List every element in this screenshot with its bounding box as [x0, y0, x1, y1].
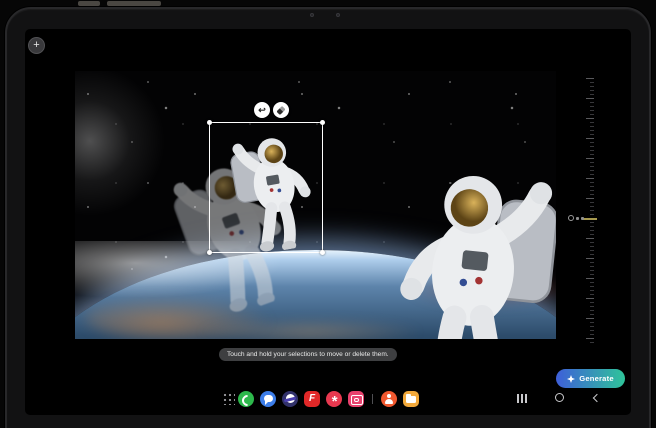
taskbar-app-flipboard[interactable] — [304, 391, 320, 407]
eraser-button[interactable] — [273, 102, 289, 118]
taskbar-app-camera[interactable] — [348, 391, 364, 407]
taskbar-apps — [238, 390, 419, 407]
indicator-dot-icon — [581, 217, 584, 220]
taskbar-app-my-files[interactable] — [403, 391, 419, 407]
volume-rocker[interactable] — [107, 1, 161, 6]
taskbar-app-contacts[interactable] — [381, 391, 397, 407]
ambient-sensor — [336, 13, 340, 17]
selection-handle-tl[interactable] — [207, 120, 212, 125]
toast-message: Touch and hold your selections to move o… — [219, 348, 397, 361]
flipboard-icon — [304, 391, 320, 407]
cloud-band — [195, 317, 425, 339]
astronaut-large[interactable] — [387, 129, 556, 339]
taskbar-app-messages[interactable] — [260, 391, 276, 407]
camera-icon — [348, 391, 364, 407]
contacts-icon — [381, 391, 397, 407]
nav-recents-button[interactable] — [517, 394, 528, 403]
generate-label: Generate — [579, 374, 614, 383]
eraser-icon — [276, 105, 285, 114]
my-files-icon — [403, 391, 419, 407]
power-button[interactable] — [78, 1, 100, 6]
generate-button[interactable]: Generate — [556, 369, 625, 388]
indicator-circle-icon — [568, 215, 574, 221]
selection-handle-bl[interactable] — [207, 250, 212, 255]
plus-icon: + — [33, 39, 39, 51]
add-button[interactable]: + — [28, 37, 45, 54]
ruler-indicator-badge — [568, 214, 584, 222]
undo-button[interactable]: ↩ — [254, 102, 270, 118]
indicator-dot-icon — [576, 217, 579, 220]
undo-icon: ↩ — [258, 106, 266, 115]
nav-home-button[interactable] — [555, 393, 564, 402]
taskbar-app-phone[interactable] — [238, 391, 254, 407]
front-camera — [310, 13, 314, 17]
selection-handle-br[interactable] — [320, 250, 325, 255]
sparkle-icon — [567, 375, 575, 383]
ruler-indicator-line[interactable] — [582, 218, 597, 220]
penup-icon — [326, 391, 342, 407]
taskbar-app-internet[interactable] — [282, 391, 298, 407]
screenshot-stage: + — [0, 0, 656, 428]
phone-icon — [238, 391, 254, 407]
taskbar-app-penup[interactable] — [326, 391, 342, 407]
taskbar-divider — [372, 394, 373, 404]
app-drawer-icon[interactable] — [222, 392, 235, 405]
adjustment-ruler[interactable] — [585, 78, 595, 346]
internet-icon — [282, 391, 298, 407]
selection-box[interactable] — [209, 122, 323, 253]
messages-icon — [260, 391, 276, 407]
ruler-major-ticks — [586, 78, 594, 346]
selection-handle-tr[interactable] — [320, 120, 325, 125]
